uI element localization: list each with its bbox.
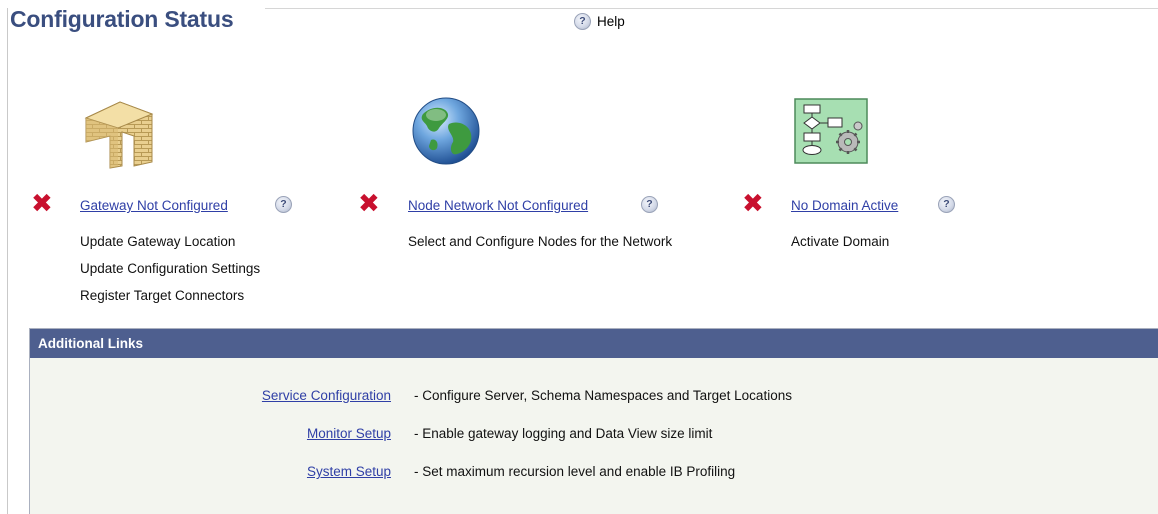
node-network-step-1: Select and Configure Nodes for the Netwo… — [408, 234, 673, 249]
system-setup-link[interactable]: System Setup — [307, 464, 391, 479]
service-configuration-description: - Configure Server, Schema Namespaces an… — [414, 388, 792, 403]
help-icon: ? — [574, 12, 591, 30]
brick-wall-gateway-icon — [84, 101, 154, 169]
link-row-service-configuration: Service Configuration — [30, 388, 391, 408]
gateway-status-link[interactable]: Gateway Not Configured — [80, 198, 228, 213]
system-setup-description: - Set maximum recursion level and enable… — [414, 464, 736, 479]
node-network-status-link[interactable]: Node Network Not Configured — [408, 198, 588, 213]
domain-step-1: Activate Domain — [791, 234, 890, 249]
monitor-setup-link[interactable]: Monitor Setup — [307, 426, 391, 441]
domain-status-link[interactable]: No Domain Active — [791, 198, 898, 213]
service-configuration-link[interactable]: Service Configuration — [262, 388, 391, 403]
monitor-setup-description: - Enable gateway logging and Data View s… — [414, 426, 713, 441]
gateway-step-2: Update Configuration Settings — [80, 261, 261, 276]
link-row-system-setup: System Setup — [30, 464, 391, 484]
page-left-border — [7, 8, 8, 514]
gateway-help-icon[interactable]: ? — [275, 196, 292, 213]
flowchart-gear-icon — [794, 98, 868, 164]
node-network-help-icon[interactable]: ? — [641, 196, 658, 213]
link-row-monitor-setup: Monitor Setup — [30, 426, 391, 446]
help-link[interactable]: ? Help — [574, 11, 625, 31]
domain-help-icon[interactable]: ? — [938, 196, 955, 213]
additional-links-panel: Additional Links Service Configuration -… — [29, 328, 1158, 514]
gateway-step-3: Register Target Connectors — [80, 288, 245, 303]
page-title: Configuration Status — [10, 6, 234, 32]
help-label: Help — [597, 13, 625, 29]
gateway-error-icon: ✖ — [31, 189, 53, 219]
globe-icon — [412, 97, 480, 165]
gateway-step-1: Update Gateway Location — [80, 234, 236, 249]
node-network-error-icon: ✖ — [358, 189, 380, 219]
page-top-border — [265, 8, 1158, 9]
domain-error-icon: ✖ — [742, 189, 764, 219]
additional-links-header: Additional Links — [30, 329, 1158, 358]
